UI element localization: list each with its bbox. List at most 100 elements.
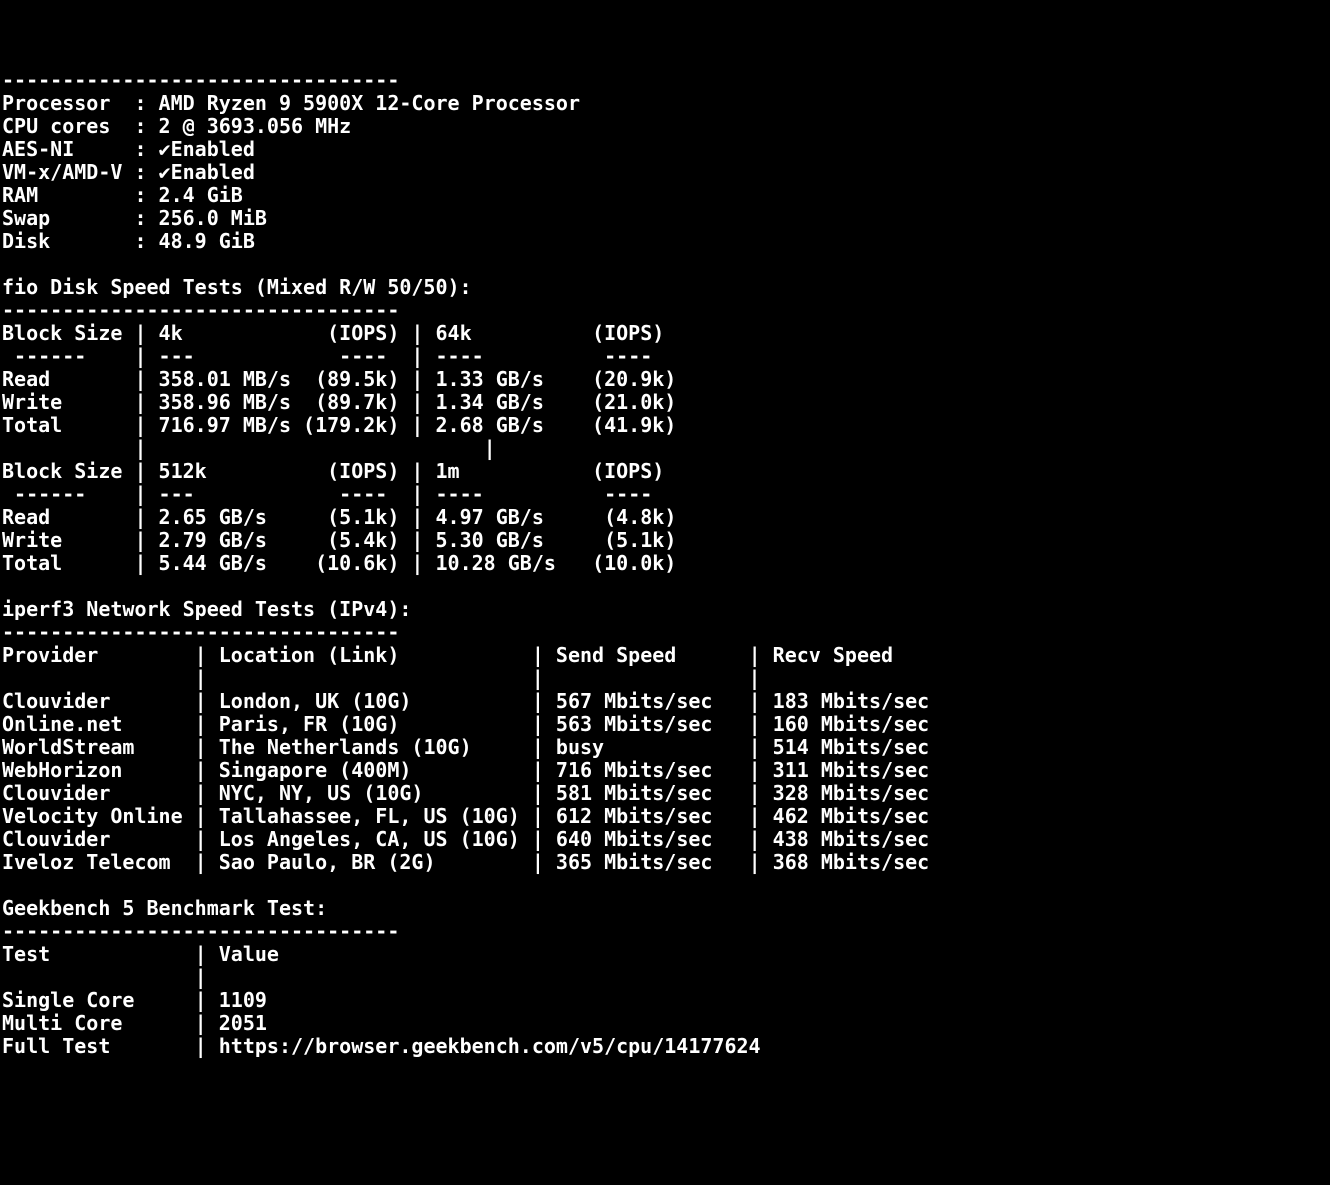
divider: --------------------------------- — [2, 298, 399, 322]
iops-label: (IOPS) — [327, 459, 399, 483]
check-icon: ✔ — [159, 161, 171, 184]
fio-total-1m-iops: (10.0k) — [592, 551, 676, 575]
iperf-provider: Clouvider — [2, 689, 110, 713]
iperf-send: 563 Mbits/sec — [556, 712, 713, 736]
sub-dash: ------ — [2, 344, 122, 368]
swap-value: 256.0 MiB — [159, 206, 267, 230]
fio-header-block: Block Size — [2, 321, 122, 345]
iperf-hdr-send: Send Speed — [556, 643, 676, 667]
fio-total-label: Total — [2, 551, 62, 575]
vmx-value: Enabled — [171, 160, 255, 184]
disk-value: 48.9 GiB — [159, 229, 255, 253]
fio-read-64k-iops: (20.9k) — [592, 367, 676, 391]
fio-read-1m-iops: (4.8k) — [604, 505, 676, 529]
cores-label: CPU cores : — [2, 114, 147, 138]
iperf-hdr-location: Location (Link) — [219, 643, 400, 667]
sub-dash: --- — [159, 344, 195, 368]
fio-read-4k-iops: (89.5k) — [315, 367, 399, 391]
iperf-title: iperf3 Network Speed Tests (IPv4): — [2, 597, 411, 621]
fio-write-1m-iops: (5.1k) — [604, 528, 676, 552]
check-icon: ✔ — [159, 138, 171, 161]
cores-value: 2 @ 3693.056 MHz — [159, 114, 352, 138]
gb-full-url[interactable]: https://browser.geekbench.com/v5/cpu/141… — [219, 1034, 761, 1058]
divider: --------------------------------- — [2, 919, 399, 943]
iperf-provider: Clouvider — [2, 781, 110, 805]
iperf-send: 567 Mbits/sec — [556, 689, 713, 713]
iperf-send: 640 Mbits/sec — [556, 827, 713, 851]
iperf-recv: 328 Mbits/sec — [773, 781, 930, 805]
iops-label: (IOPS) — [327, 321, 399, 345]
disk-label: Disk : — [2, 229, 147, 253]
fio-write-4k-iops: (89.7k) — [315, 390, 399, 414]
gb-single-value: 1109 — [219, 988, 267, 1012]
iops-label: (IOPS) — [592, 459, 664, 483]
iperf-recv: 462 Mbits/sec — [773, 804, 930, 828]
vmx-label: VM-x/AMD-V : — [2, 160, 147, 184]
iperf-provider: WorldStream — [2, 735, 134, 759]
divider: --------------------------------- — [2, 68, 399, 92]
fio-read-64k: 1.33 GB/s — [436, 367, 544, 391]
iperf-provider: Velocity Online — [2, 804, 183, 828]
fio-write-64k-iops: (21.0k) — [592, 390, 676, 414]
iperf-recv: 514 Mbits/sec — [773, 735, 930, 759]
iperf-provider: WebHorizon — [2, 758, 122, 782]
fio-read-512k-iops: (5.1k) — [327, 505, 399, 529]
fio-read-1m: 4.97 GB/s — [436, 505, 544, 529]
fio-total-4k: 716.97 MB/s — [159, 413, 291, 437]
iperf-send: 716 Mbits/sec — [556, 758, 713, 782]
sub-dash: ---- — [436, 344, 484, 368]
fio-write-label: Write — [2, 390, 62, 414]
fio-read-4k: 358.01 MB/s — [159, 367, 291, 391]
gb-full-label: Full Test — [2, 1034, 110, 1058]
fio-total-label: Total — [2, 413, 62, 437]
iperf-provider: Clouvider — [2, 827, 110, 851]
iperf-location: Sao Paulo, BR (2G) — [219, 850, 436, 874]
sub-dash: ---- — [339, 482, 399, 506]
gb-multi-label: Multi Core — [2, 1011, 122, 1035]
sub-dash: ---- — [604, 482, 652, 506]
sub-dash: ------ — [2, 482, 122, 506]
ram-label: RAM : — [2, 183, 147, 207]
sub-dash: ---- — [604, 344, 652, 368]
iperf-provider: Iveloz Telecom — [2, 850, 171, 874]
swap-label: Swap : — [2, 206, 147, 230]
iperf-location: The Netherlands (10G) — [219, 735, 472, 759]
fio-write-512k-iops: (5.4k) — [327, 528, 399, 552]
sub-dash: ---- — [436, 482, 484, 506]
iperf-recv: 160 Mbits/sec — [773, 712, 930, 736]
fio-total-1m: 10.28 GB/s — [436, 551, 556, 575]
iperf-location: Paris, FR (10G) — [219, 712, 400, 736]
fio-read-label: Read — [2, 367, 50, 391]
iperf-provider: Online.net — [2, 712, 122, 736]
iperf-location: London, UK (10G) — [219, 689, 412, 713]
gb-hdr-test: Test — [2, 942, 50, 966]
iperf-recv: 438 Mbits/sec — [773, 827, 930, 851]
aesni-label: AES-NI : — [2, 137, 147, 161]
fio-write-4k: 358.96 MB/s — [159, 390, 291, 414]
iperf-recv: 368 Mbits/sec — [773, 850, 930, 874]
iops-label: (IOPS) — [592, 321, 664, 345]
fio-col-4k: 4k — [159, 321, 183, 345]
fio-write-1m: 5.30 GB/s — [436, 528, 544, 552]
fio-total-512k: 5.44 GB/s — [159, 551, 267, 575]
iperf-location: NYC, NY, US (10G) — [219, 781, 424, 805]
ram-value: 2.4 GiB — [159, 183, 243, 207]
iperf-location: Singapore (400M) — [219, 758, 412, 782]
processor-value: AMD Ryzen 9 5900X 12-Core Processor — [159, 91, 580, 115]
iperf-hdr-recv: Recv Speed — [773, 643, 893, 667]
iperf-recv: 311 Mbits/sec — [773, 758, 930, 782]
gb-single-label: Single Core — [2, 988, 134, 1012]
fio-read-512k: 2.65 GB/s — [159, 505, 267, 529]
sub-dash: ---- — [339, 344, 399, 368]
sub-dash: --- — [159, 482, 195, 506]
fio-col-64k: 64k — [436, 321, 472, 345]
fio-header-block: Block Size — [2, 459, 122, 483]
divider: --------------------------------- — [2, 620, 399, 644]
geekbench-title: Geekbench 5 Benchmark Test: — [2, 896, 327, 920]
iperf-recv: 183 Mbits/sec — [773, 689, 930, 713]
iperf-send: busy — [556, 735, 604, 759]
fio-total-64k: 2.68 GB/s — [436, 413, 544, 437]
iperf-send: 612 Mbits/sec — [556, 804, 713, 828]
iperf-hdr-provider: Provider — [2, 643, 98, 667]
gb-multi-value: 2051 — [219, 1011, 267, 1035]
